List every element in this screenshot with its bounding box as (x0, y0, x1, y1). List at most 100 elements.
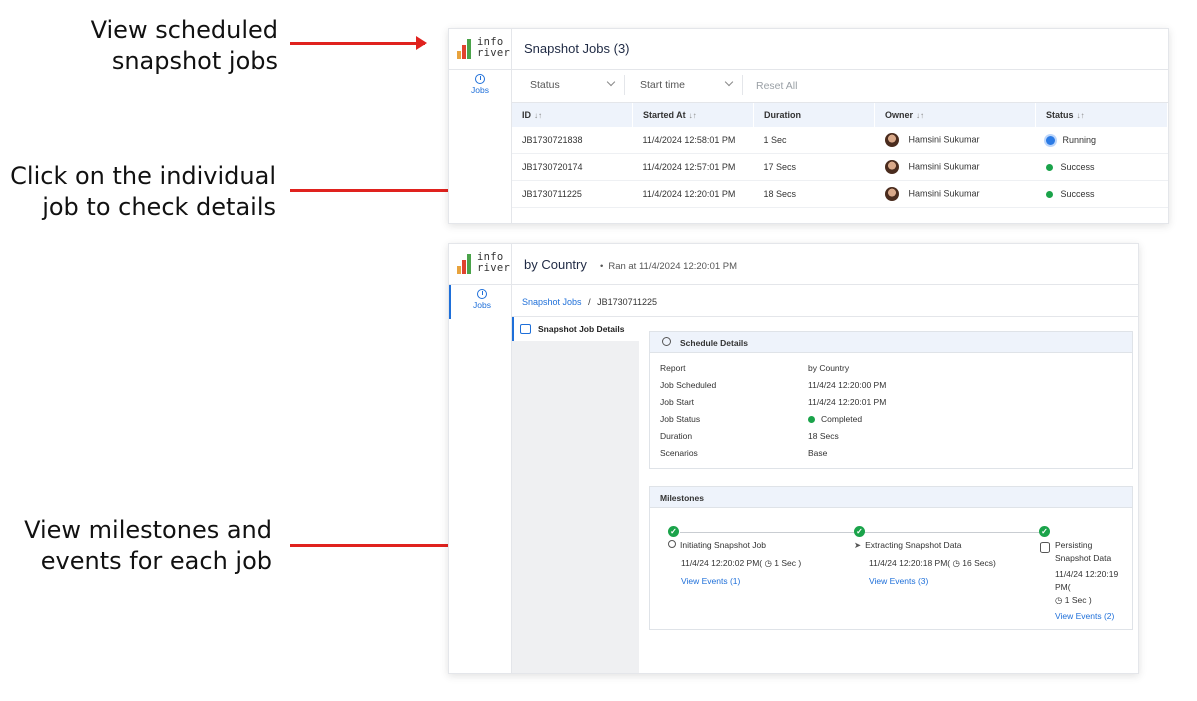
field-label: Job Status (660, 414, 701, 424)
column-header-duration[interactable]: Duration (753, 103, 875, 127)
column-header-label: Started At (643, 110, 686, 120)
logo[interactable]: info river (449, 29, 512, 70)
breadcrumb-current: JB1730711225 (597, 297, 657, 307)
run-time-subtitle: • Ran at 11/4/2024 12:20:01 PM (600, 261, 737, 272)
callout-text-line: snapshot jobs (111, 47, 278, 75)
logo[interactable]: info river (449, 244, 512, 285)
card-title: Milestones (660, 493, 704, 503)
cell-started-at: 11/4/2024 12:58:01 PM (632, 127, 754, 154)
column-header-started-at[interactable]: Started At ↓↑ (632, 103, 754, 127)
column-header-label: Status (1046, 110, 1074, 120)
success-status-icon (1045, 164, 1053, 172)
callout-text-line: View scheduled (90, 16, 278, 44)
sort-icon[interactable]: ↓↑ (1077, 111, 1085, 120)
logo-text: info river (477, 252, 510, 274)
cell-status: Success (1035, 153, 1168, 181)
clock-icon (662, 337, 671, 346)
milestone-name: Snapshot Data (1055, 553, 1112, 563)
callout-arrow (290, 36, 427, 50)
milestone-time-line: PM( (1055, 582, 1071, 592)
success-status-icon (1045, 191, 1053, 199)
job-id-link[interactable]: JB1730711225 (512, 180, 633, 208)
schedule-details-card: Schedule Details Report by Country Job S… (649, 331, 1133, 469)
view-events-link[interactable]: View Events (1) (681, 576, 740, 586)
cell-owner: Hamsini Sukumar (874, 153, 1036, 181)
run-time-text: Ran at 11/4/2024 12:20:01 PM (608, 261, 738, 272)
header: by Country • Ran at 11/4/2024 12:20:01 PM (512, 244, 1138, 285)
callout-milestones: View milestones and events for each job (10, 515, 272, 577)
clock-icon (475, 74, 485, 84)
column-header-label: ID (522, 110, 531, 120)
clock-icon (477, 289, 487, 299)
filter-bar: Status Start time Reset All (512, 70, 1168, 103)
sort-icon[interactable]: ↓↑ (916, 111, 924, 120)
milestone-time-line: 11/4/24 12:20:19 (1055, 569, 1119, 579)
job-id-link[interactable]: JB1730720174 (512, 153, 633, 181)
field-value: 18 Secs (808, 431, 839, 441)
milestone-name: Initiating Snapshot Job (680, 540, 767, 550)
database-icon (1040, 542, 1050, 553)
rail-item-jobs[interactable]: Jobs (449, 70, 511, 104)
reset-all-button[interactable]: Reset All (756, 80, 797, 92)
table-row[interactable]: JB1730720174 11/4/2024 12:57:01 PM 17 Se… (512, 153, 1168, 181)
callout-text-line: job to check details (42, 193, 276, 221)
rail-item-jobs[interactable]: Jobs (449, 285, 513, 319)
avatar (884, 160, 899, 174)
job-id-link[interactable]: JB1730721838 (512, 127, 633, 154)
status-filter[interactable]: Status (520, 75, 625, 95)
view-events-link[interactable]: View Events (2) (1055, 611, 1114, 621)
sort-icon[interactable]: ↓↑ (534, 111, 542, 120)
field-value: 11/4/24 12:20:00 PM (808, 380, 887, 390)
table-row[interactable]: JB1730721838 11/4/2024 12:58:01 PM 1 Sec… (512, 127, 1168, 154)
status-text: Success (1060, 162, 1095, 172)
view-events-link[interactable]: View Events (3) (869, 576, 928, 586)
rail-item-label: Jobs (471, 85, 489, 95)
logo-text-line: river (477, 262, 511, 274)
breadcrumb-link[interactable]: Snapshot Jobs (522, 297, 582, 307)
logo-text: info river (477, 37, 510, 59)
avatar (884, 133, 899, 147)
cell-status: Running (1035, 127, 1168, 154)
milestone-name: Extracting Snapshot Data (865, 540, 962, 550)
avatar (884, 187, 899, 201)
milestones-card: Milestones ✓ Initiating Snapshot Job 11/… (649, 486, 1133, 630)
table-row[interactable]: JB1730711225 11/4/2024 12:20:01 PM 18 Se… (512, 180, 1168, 208)
milestone-time: 11/4/24 12:20:02 PM( ◷ 1 Sec ) (681, 558, 802, 568)
chevron-down-icon (724, 77, 734, 87)
field-value: 11/4/24 12:20:01 PM (808, 397, 887, 407)
callout-text-line: Click on the individual (10, 162, 276, 190)
check-icon: ✓ (1039, 526, 1050, 537)
job-details-panel: info river Jobs by Country • Ran at 11/4/… (448, 243, 1139, 674)
alarm-clock-icon (520, 324, 531, 334)
status-text: Completed (821, 414, 863, 424)
field-value: by Country (808, 363, 850, 373)
field-label: Report (660, 363, 686, 373)
column-header-id[interactable]: ID ↓↑ (512, 103, 633, 127)
field-label: Duration (660, 431, 693, 441)
cell-owner: Hamsini Sukumar (874, 180, 1036, 208)
column-header-label: Owner (885, 110, 914, 120)
callout-view-jobs: View scheduled snapshot jobs (60, 15, 278, 77)
start-time-filter[interactable]: Start time (630, 75, 743, 95)
milestone-time: 11/4/24 12:20:18 PM( ◷ 16 Secs) (869, 558, 996, 568)
cell-status: Success (1035, 180, 1168, 208)
tab-label: Snapshot Job Details (538, 324, 625, 334)
left-rail: Jobs (449, 70, 512, 223)
breadcrumb-separator: / (588, 297, 591, 307)
card-header: Schedule Details (650, 332, 1132, 353)
tab-snapshot-job-details[interactable]: Snapshot Job Details (512, 317, 639, 341)
header: Snapshot Jobs (3) (512, 29, 1168, 70)
running-status-icon (1045, 136, 1055, 146)
milestone-title: Persisting Snapshot Data (1055, 539, 1111, 565)
field-label: Job Start (660, 397, 695, 407)
send-icon: ➤ (854, 540, 862, 550)
logo-bars-icon (457, 254, 473, 274)
cell-started-at: 11/4/2024 12:57:01 PM (632, 153, 754, 181)
sort-icon[interactable]: ↓↑ (689, 111, 697, 120)
column-header-owner[interactable]: Owner ↓↑ (874, 103, 1036, 127)
status-text: Success (1060, 189, 1095, 199)
cell-owner: Hamsini Sukumar (874, 127, 1036, 154)
jobs-table: ID ↓↑ Started At ↓↑ Duration Owner ↓↑ Statu… (512, 103, 1168, 208)
column-header-status[interactable]: Status ↓↑ (1035, 103, 1168, 127)
callout-text-line: View milestones and (24, 516, 272, 544)
